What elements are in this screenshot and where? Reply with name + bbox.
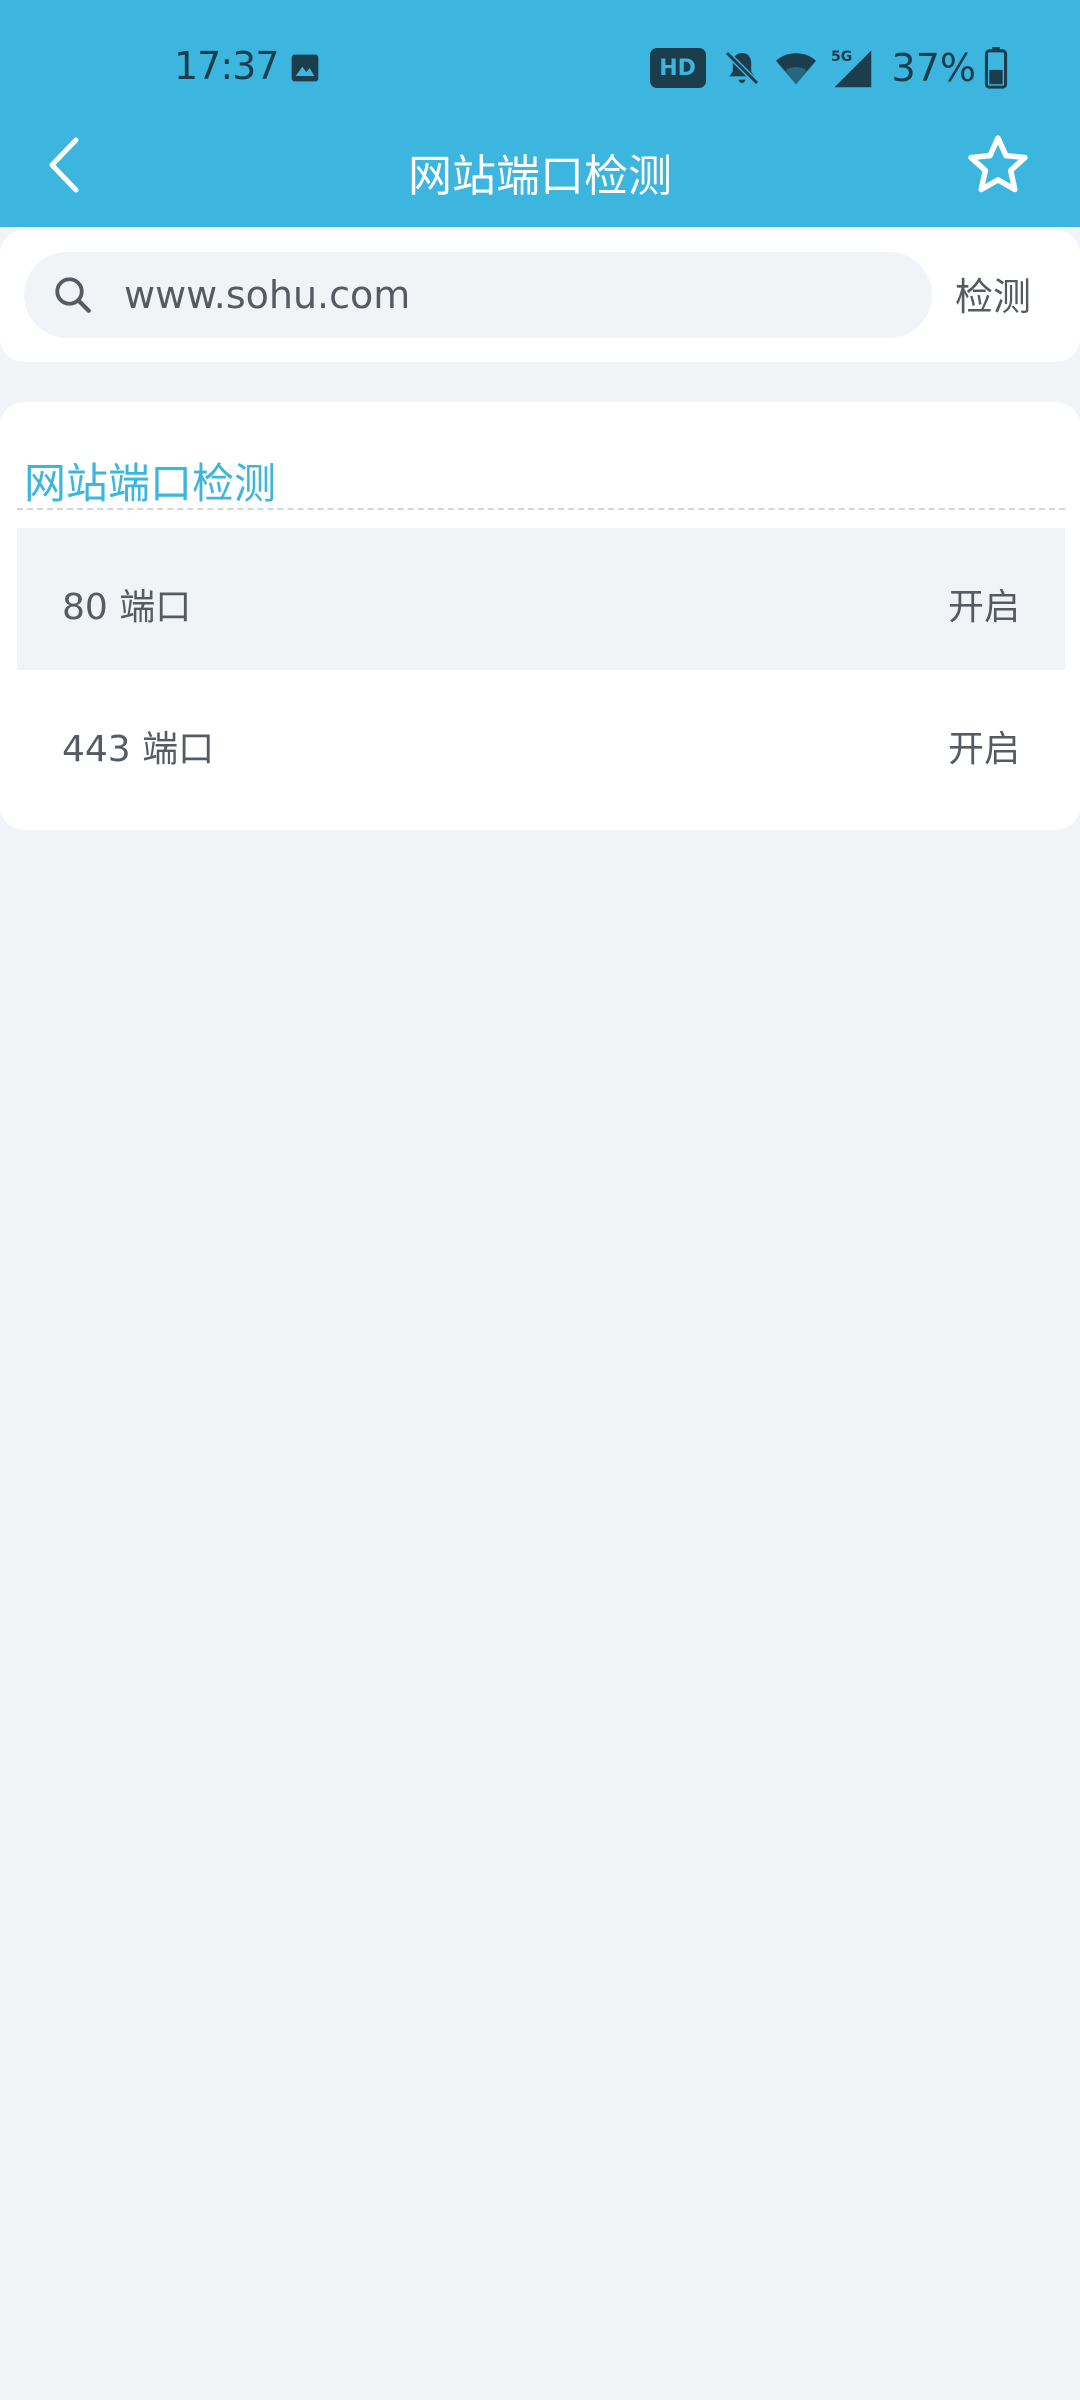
wifi-icon	[775, 53, 816, 85]
hd-badge: HD	[649, 48, 706, 88]
table-row: 443 端口 开启	[17, 670, 1065, 812]
favorite-star-icon[interactable]	[964, 132, 1032, 198]
check-button[interactable]: 检测	[955, 266, 1031, 321]
result-card: 网站端口检测 80 端口 开启 443 端口 开启	[0, 402, 1080, 830]
page-title: 网站端口检测	[408, 151, 672, 202]
search-input[interactable]	[124, 252, 904, 338]
port-status: 开启	[947, 587, 1020, 628]
status-icons: HD 5G 37%	[649, 44, 1008, 92]
search-icon	[55, 277, 91, 313]
port-status: 开启	[947, 729, 1020, 770]
gallery-icon	[291, 54, 319, 82]
svg-text:5G: 5G	[831, 49, 852, 65]
bell-muted-icon	[724, 50, 759, 86]
port-name: 443 端口	[62, 729, 215, 770]
port-name: 80 端口	[62, 587, 192, 628]
status-time: 17:37	[174, 44, 280, 88]
search-box[interactable]	[24, 252, 932, 338]
table-row: 80 端口 开启	[17, 528, 1065, 670]
search-card: 检测	[0, 230, 1080, 362]
section-divider	[17, 508, 1065, 510]
battery-percent: 37%	[891, 46, 976, 90]
battery-icon	[984, 47, 1008, 89]
app-header: 17:37 HD 5G 37% 网站端口检测	[0, 0, 1080, 227]
signal-5g-icon: 5G	[831, 49, 871, 88]
section-title: 网站端口检测	[24, 459, 277, 508]
